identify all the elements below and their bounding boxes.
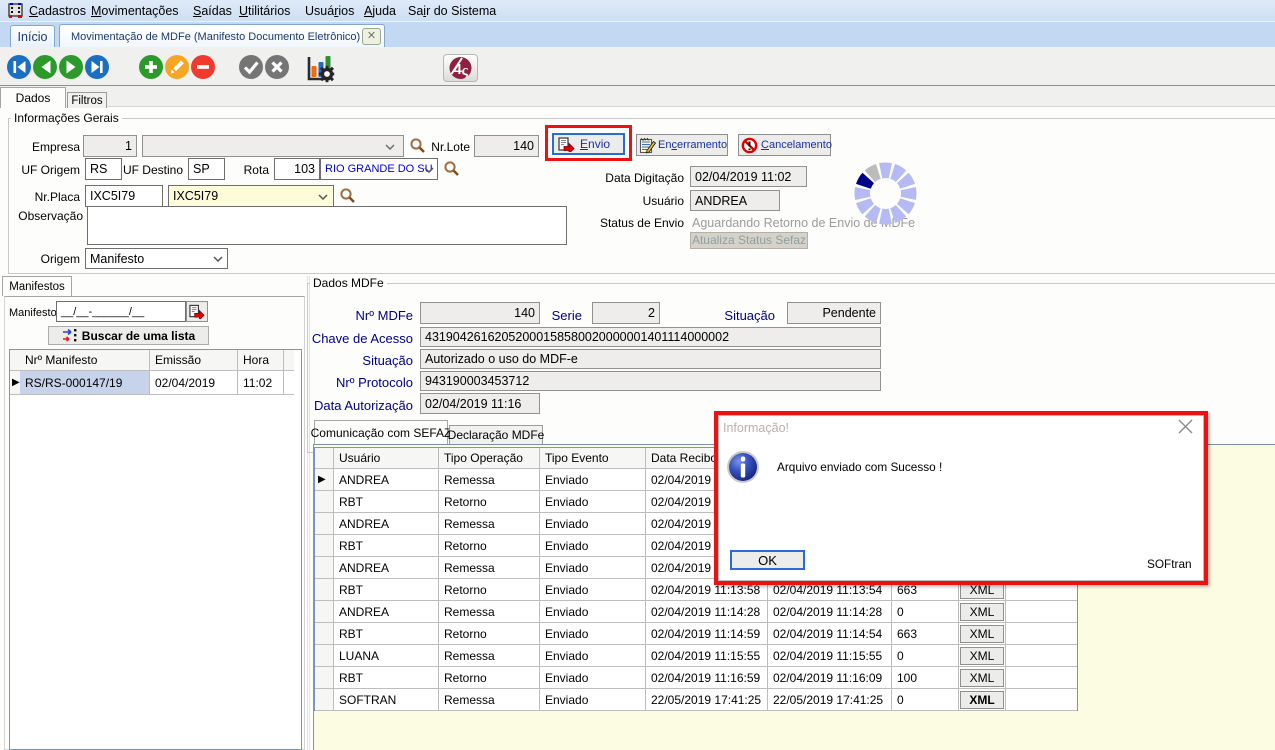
svg-text:ς: ς xyxy=(462,63,469,79)
